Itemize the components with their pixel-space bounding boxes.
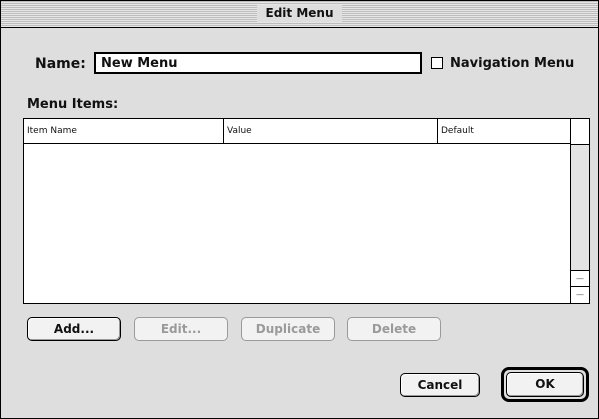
ok-button[interactable]: OK <box>506 372 584 397</box>
scrollbar-header-cap <box>571 119 589 145</box>
delete-button[interactable]: Delete <box>347 317 441 341</box>
column-header-item-name[interactable]: Item Name <box>24 119 224 143</box>
scroll-down-arrow[interactable]: — <box>571 286 589 303</box>
edit-button[interactable]: Edit... <box>134 317 228 341</box>
column-header-default[interactable]: Default <box>438 119 571 143</box>
cancel-button[interactable]: Cancel <box>400 373 480 397</box>
title-bar[interactable]: Edit Menu <box>1 1 598 28</box>
menu-items-table[interactable]: Item Name Value Default — — <box>23 118 590 304</box>
menu-items-label: Menu Items: <box>27 97 119 112</box>
name-input[interactable] <box>94 52 422 74</box>
name-label: Name: <box>35 56 86 72</box>
duplicate-button[interactable]: Duplicate <box>241 317 335 341</box>
add-button[interactable]: Add... <box>27 317 121 341</box>
table-header: Item Name Value Default <box>24 119 571 144</box>
scroll-up-arrow[interactable]: — <box>571 270 589 287</box>
edit-menu-dialog: Edit Menu Name: Navigation Menu Menu Ite… <box>0 0 599 419</box>
navigation-menu-label[interactable]: Navigation Menu <box>450 56 574 71</box>
column-header-value[interactable]: Value <box>224 119 438 143</box>
table-body[interactable] <box>24 144 571 303</box>
navigation-menu-checkbox[interactable] <box>431 57 443 69</box>
vertical-scrollbar[interactable]: — — <box>570 119 589 303</box>
dialog-title: Edit Menu <box>256 5 343 22</box>
